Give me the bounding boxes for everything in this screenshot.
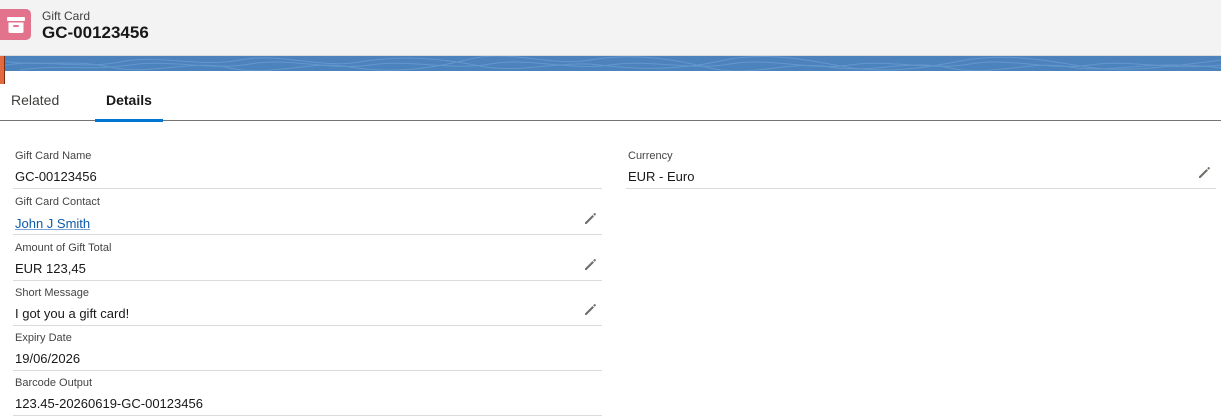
field-value: EUR - Euro: [628, 169, 695, 184]
field-expiry-date: Expiry Date 19/06/2026: [13, 326, 602, 371]
field-label: Amount of Gift Total: [15, 242, 112, 254]
field-value: 123.45-20260619-GC-00123456: [15, 396, 203, 411]
field-label: Gift Card Contact: [15, 196, 100, 208]
field-value: 19/06/2026: [15, 351, 81, 366]
record-title: GC-00123456: [42, 23, 149, 42]
pencil-icon[interactable]: [582, 302, 598, 318]
pencil-icon[interactable]: [582, 211, 598, 227]
field-label: Short Message: [15, 287, 89, 299]
field-currency: Currency EUR - Euro: [626, 143, 1216, 189]
field-label: Expiry Date: [15, 332, 72, 344]
field-gift-card-name: Gift Card Name GC-00123456: [13, 143, 602, 189]
pencil-icon[interactable]: [582, 257, 598, 273]
gift-card-box-icon: [0, 9, 31, 40]
contact-link[interactable]: John J Smith: [15, 216, 90, 231]
field-amount-of-gift-total: Amount of Gift Total EUR 123,45: [13, 235, 602, 281]
record-tabs: Related Details: [0, 84, 1221, 122]
header-banner: [0, 56, 1221, 71]
field-label: Currency: [628, 150, 673, 162]
tab-related[interactable]: Related: [0, 92, 70, 121]
object-type-label: Gift Card: [42, 9, 91, 23]
field-barcode-output: Barcode Output 123.45-20260619-GC-001234…: [13, 371, 602, 416]
banner-side-tab: [0, 56, 5, 84]
field-value: EUR 123,45: [15, 261, 86, 276]
field-value: I got you a gift card!: [15, 306, 130, 321]
field-gift-card-contact: Gift Card Contact John J Smith: [13, 189, 602, 235]
field-short-message: Short Message I got you a gift card!: [13, 281, 602, 326]
field-label: Barcode Output: [15, 377, 93, 389]
field-value: GC-00123456: [15, 169, 97, 184]
record-header: Gift Card GC-00123456: [0, 0, 1221, 56]
field-label: Gift Card Name: [15, 150, 92, 162]
tab-details[interactable]: Details: [95, 92, 163, 122]
pencil-icon[interactable]: [1196, 165, 1212, 181]
